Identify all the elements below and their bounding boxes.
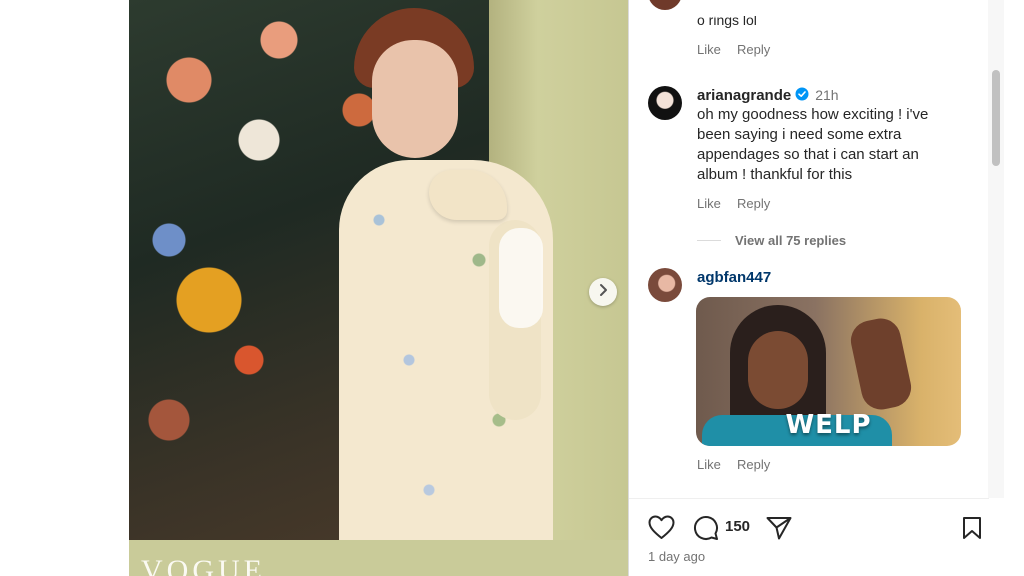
figure-gloved-hand <box>499 228 543 328</box>
post-photo[interactable]: VOGUE <box>129 0 628 576</box>
comment-line: album ! thankful for this <box>697 166 853 183</box>
gif-caption: WELP <box>785 410 872 440</box>
gif-hand <box>847 314 915 414</box>
footer-divider <box>629 498 989 499</box>
like-comment-button[interactable]: Like <box>697 42 721 57</box>
comment-line: oh my goodness how exciting ! i've <box>697 106 929 123</box>
save-button[interactable] <box>961 516 983 543</box>
chevron-right-icon <box>596 283 610 302</box>
comment-username[interactable]: arianagrande <box>697 87 791 104</box>
comment-time: 21h <box>815 87 839 103</box>
like-button[interactable] <box>648 515 675 543</box>
avatar[interactable] <box>648 86 682 120</box>
like-comment-button[interactable]: Like <box>697 457 721 472</box>
avatar[interactable] <box>648 268 682 302</box>
comment-header: arianagrande 21h <box>697 85 839 106</box>
comment-count: 150 <box>725 518 751 535</box>
reply-comment-button[interactable]: Reply <box>737 42 770 57</box>
comment-gif[interactable]: WELP <box>696 297 961 446</box>
comment-line: been saying i need some extra <box>697 126 902 143</box>
comment-username[interactable]: agbfan447 <box>697 269 771 286</box>
like-comment-button[interactable]: Like <box>697 196 721 211</box>
bookmark-icon <box>961 517 983 543</box>
comment-button[interactable] <box>693 515 719 544</box>
post-time: 1 day ago <box>648 549 706 564</box>
comment-header: agbfan447 <box>697 268 771 288</box>
scrollbar-thumb[interactable] <box>992 70 1000 166</box>
comment-icon <box>693 516 719 544</box>
heart-icon <box>648 515 675 543</box>
reply-comment-button[interactable]: Reply <box>737 457 770 472</box>
share-icon <box>766 517 792 543</box>
gif-face <box>748 331 808 409</box>
view-replies-button[interactable]: View all 75 replies <box>735 233 846 248</box>
replies-divider <box>697 240 721 241</box>
figure-face <box>372 40 458 158</box>
verified-badge-icon <box>795 87 809 101</box>
next-photo-button[interactable] <box>589 278 617 306</box>
comment-line: appendages so that i can start an <box>697 146 919 163</box>
reply-comment-button[interactable]: Reply <box>737 196 770 211</box>
magazine-logo-text: VOGUE <box>141 554 266 576</box>
share-button[interactable] <box>766 516 792 543</box>
